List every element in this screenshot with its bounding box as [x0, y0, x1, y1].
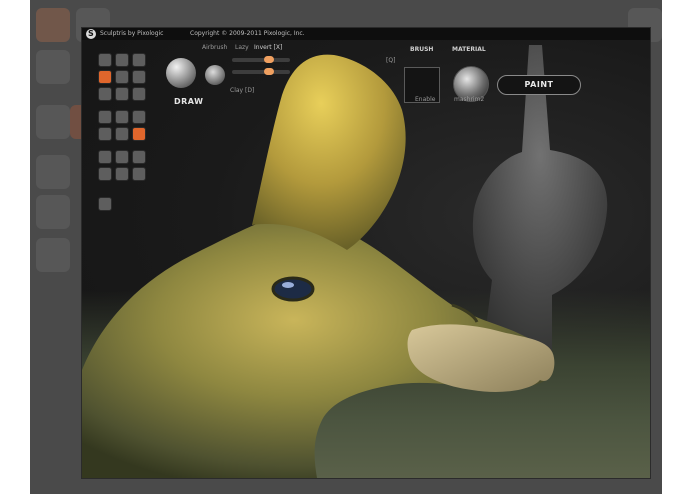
crease-icon[interactable]	[98, 53, 112, 67]
bg-tile	[36, 155, 70, 189]
reduce-icon[interactable]	[98, 110, 112, 124]
sphere-icon[interactable]	[98, 150, 112, 164]
copyright-text: Copyright © 2009-2011 Pixologic, Inc.	[190, 30, 305, 37]
dinosaur-model	[82, 45, 608, 478]
bg-tile	[36, 50, 70, 84]
wireframe-icon[interactable]	[98, 127, 112, 141]
paint-button[interactable]: PAINT	[497, 75, 581, 95]
pinch-icon[interactable]	[115, 87, 129, 101]
airbrush-toggle[interactable]: Airbrush	[202, 44, 227, 51]
clay-toggle[interactable]: Clay [D]	[230, 87, 254, 94]
rotate-icon[interactable]	[115, 53, 129, 67]
brush-panel-header: BRUSH	[410, 46, 434, 53]
dinosaur-crest	[252, 54, 406, 250]
brush-enable-toggle[interactable]: Enable	[415, 96, 435, 103]
size-slider-knob[interactable]	[264, 56, 274, 63]
bg-tile	[36, 8, 70, 42]
invert-toggle[interactable]: Invert [X]	[254, 44, 282, 51]
bg-tile	[36, 238, 70, 272]
inflate-icon[interactable]	[98, 87, 112, 101]
draw-icon[interactable]	[98, 70, 112, 84]
bg-tile	[36, 105, 70, 139]
line-icon[interactable]	[132, 150, 146, 164]
link-icon[interactable]	[98, 167, 112, 181]
sculptris-window: Sculptris by Pixologic Copyright © 2009-…	[82, 28, 650, 478]
size-slider[interactable]	[232, 58, 290, 62]
scale-icon[interactable]	[132, 53, 146, 67]
brush-size-icon[interactable]	[205, 65, 225, 85]
symmetry-icon[interactable]	[132, 110, 146, 124]
swap-icon[interactable]	[132, 127, 146, 141]
sculptris-logo-icon	[86, 28, 96, 40]
flatten-icon[interactable]	[115, 70, 129, 84]
title-bar: Sculptris by Pixologic Copyright © 2009-…	[82, 28, 650, 40]
bg-tile	[36, 195, 70, 229]
layers-icon[interactable]	[132, 167, 146, 181]
app-title: Sculptris by Pixologic	[100, 30, 164, 37]
close-icon[interactable]	[115, 127, 129, 141]
image-icon[interactable]	[98, 197, 112, 211]
brush-preview-icon[interactable]	[166, 58, 196, 88]
smooth-icon[interactable]	[132, 87, 146, 101]
material-panel-header: MATERIAL	[452, 46, 486, 53]
material-name: mashrim2	[454, 96, 485, 103]
shortcut-hint: [Q]	[386, 57, 396, 64]
tool-label: DRAW	[174, 97, 204, 106]
lazy-toggle[interactable]: Lazy	[235, 44, 249, 51]
pan-icon[interactable]	[115, 150, 129, 164]
grab-icon[interactable]	[132, 70, 146, 84]
strength-slider[interactable]	[232, 70, 290, 74]
dinosaur-eye	[271, 276, 315, 302]
grid-icon[interactable]	[115, 167, 129, 181]
strength-slider-knob[interactable]	[264, 68, 274, 75]
mask-icon[interactable]	[115, 110, 129, 124]
3d-viewport[interactable]: DRAW Airbrush Lazy Invert [X] Clay [D] […	[82, 40, 650, 478]
